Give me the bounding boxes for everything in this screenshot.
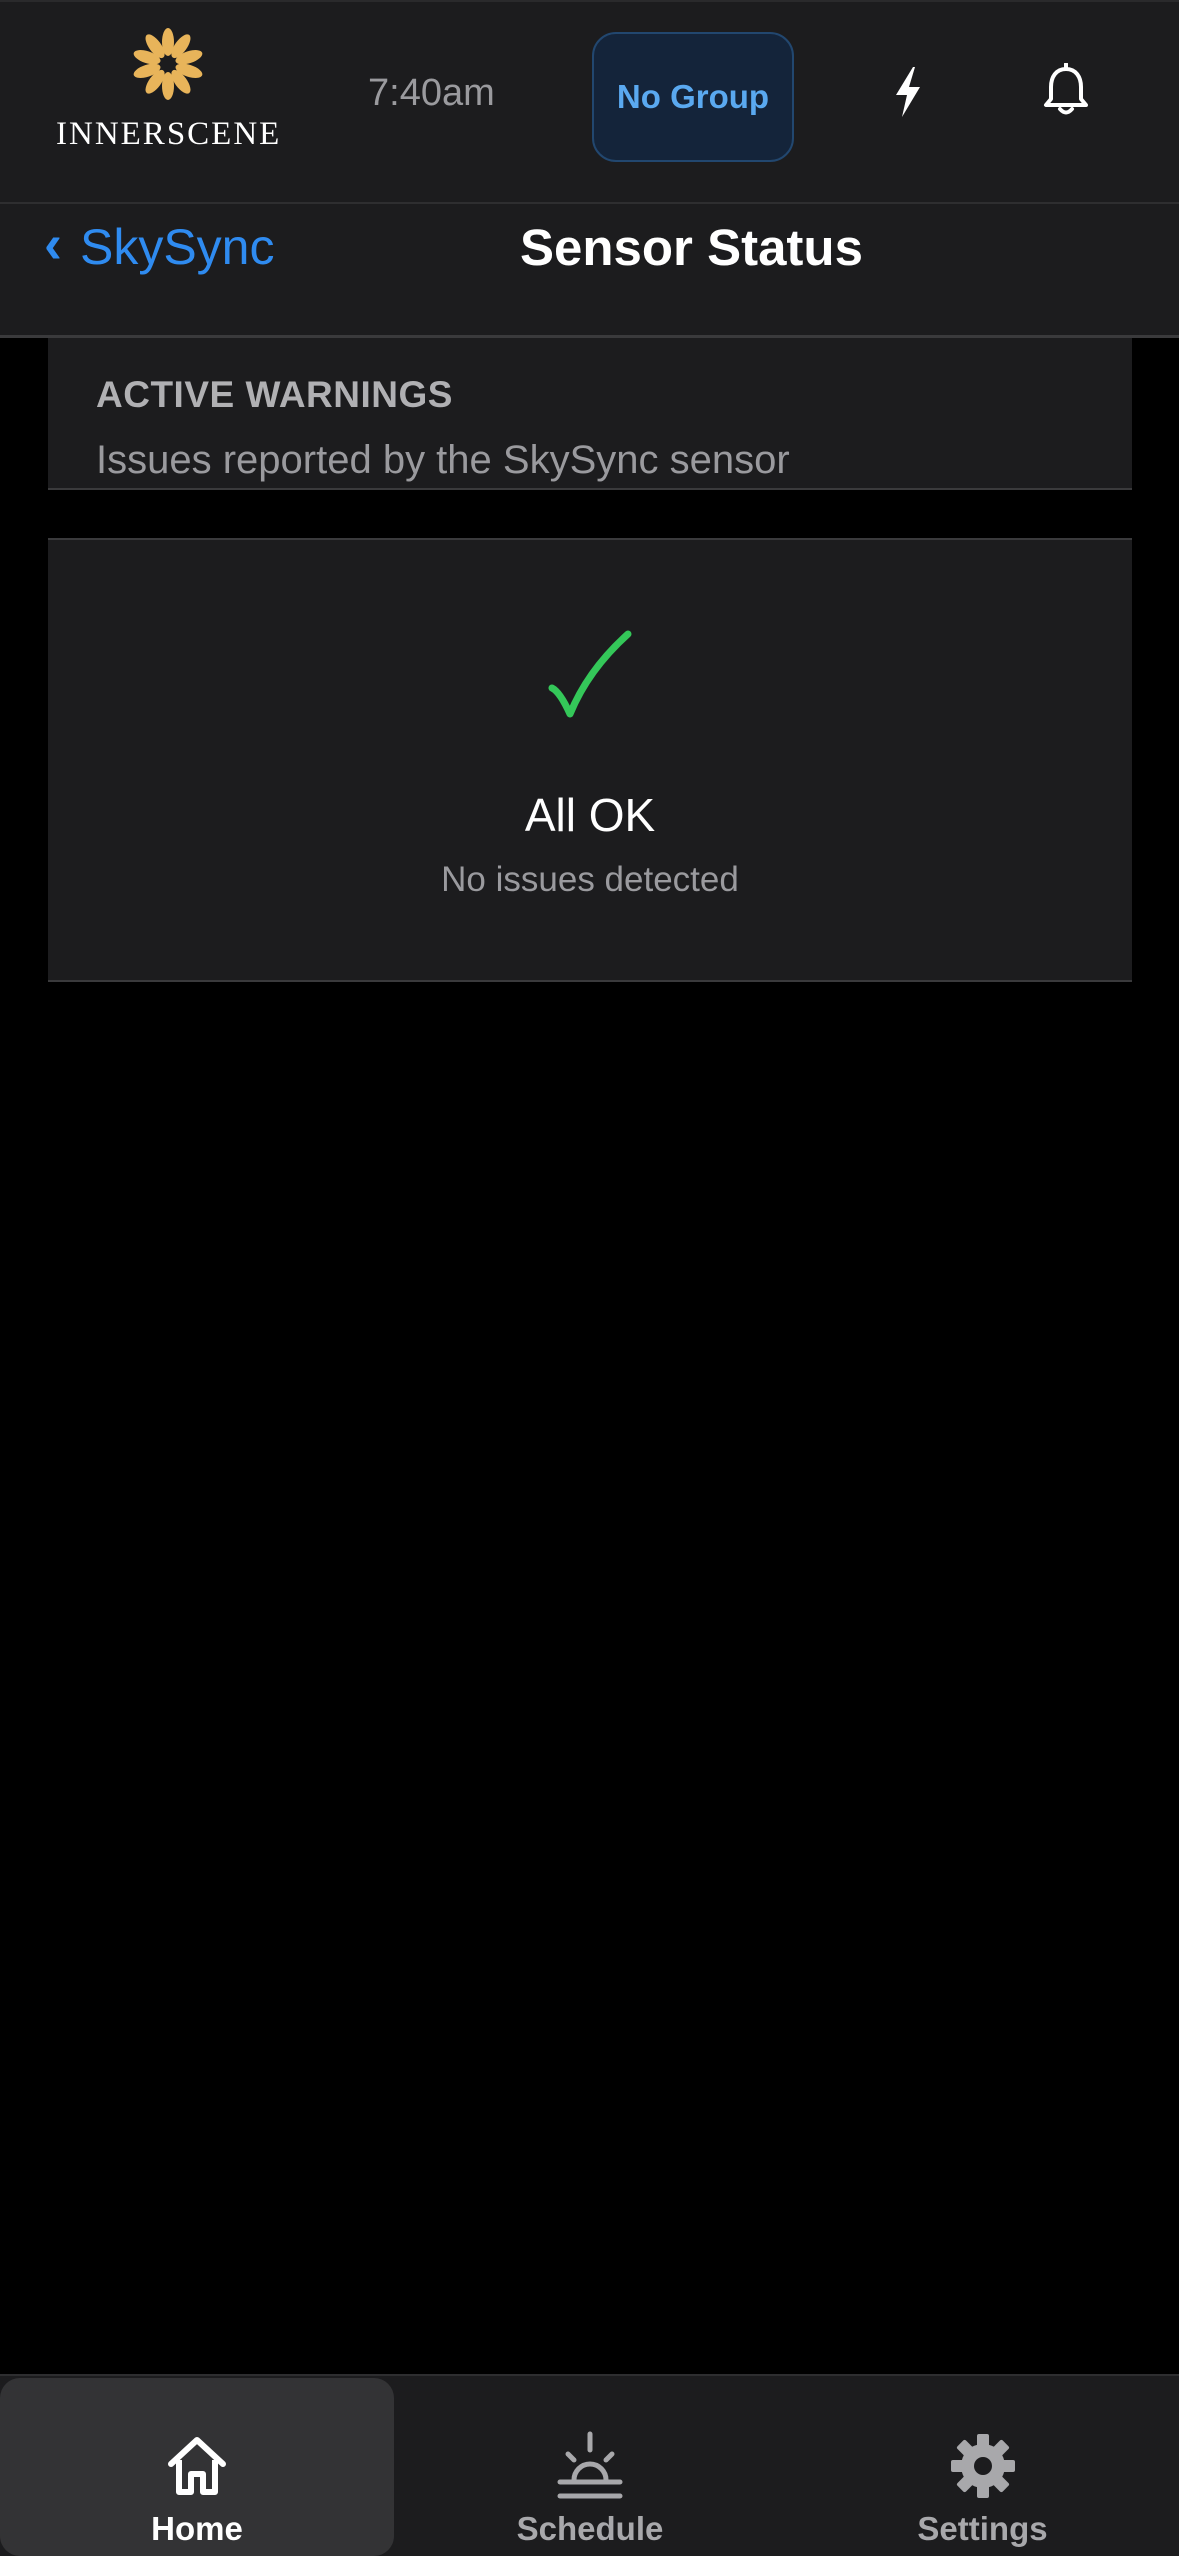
status-card: All OK No issues detected <box>48 538 1132 982</box>
tab-settings-label: Settings <box>917 2510 1048 2547</box>
section-title: ACTIVE WARNINGS <box>96 374 453 415</box>
active-warnings-header: ACTIVE WARNINGS Issues reported by the S… <box>48 338 1132 490</box>
status-subtitle: No issues detected <box>441 860 739 899</box>
bottom-tab-bar: Home Schedule Settings <box>0 2374 1179 2556</box>
navigation-bar: ‹ SkySync Sensor Status <box>0 204 1179 338</box>
status-title: All OK <box>524 789 656 841</box>
lightning-button[interactable] <box>878 62 938 122</box>
tab-home[interactable]: Home <box>0 2378 394 2556</box>
back-button[interactable]: ‹ SkySync <box>44 212 275 282</box>
page-title: Sensor Status <box>520 218 863 276</box>
chevron-left-icon: ‹ <box>44 214 62 274</box>
group-button-label: No Group <box>616 78 770 115</box>
top-header: INNERSCENE 7:40am No Group <box>0 0 1179 204</box>
tab-settings[interactable]: Settings <box>786 2378 1179 2556</box>
back-button-label: SkySync <box>79 219 275 275</box>
lightning-icon <box>896 67 920 117</box>
clock-time: 7:40am <box>368 72 495 114</box>
group-selector-button[interactable]: No Group <box>592 32 794 162</box>
logo-wordmark: INNERSCENE <box>56 116 282 152</box>
tab-schedule-label: Schedule <box>516 2510 664 2547</box>
section-subtitle: Issues reported by the SkySync sensor <box>96 438 790 482</box>
innerscene-logo: INNERSCENE <box>56 24 280 154</box>
bell-icon <box>1044 63 1088 115</box>
notifications-button[interactable] <box>1034 58 1098 122</box>
sunrise-icon <box>557 2431 623 2499</box>
gear-icon <box>950 2434 1015 2498</box>
logo-flower-icon <box>133 28 203 100</box>
home-icon <box>168 2437 226 2495</box>
checkmark-icon <box>548 630 632 718</box>
tab-home-label: Home <box>151 2510 243 2547</box>
tab-schedule[interactable]: Schedule <box>394 2378 786 2556</box>
